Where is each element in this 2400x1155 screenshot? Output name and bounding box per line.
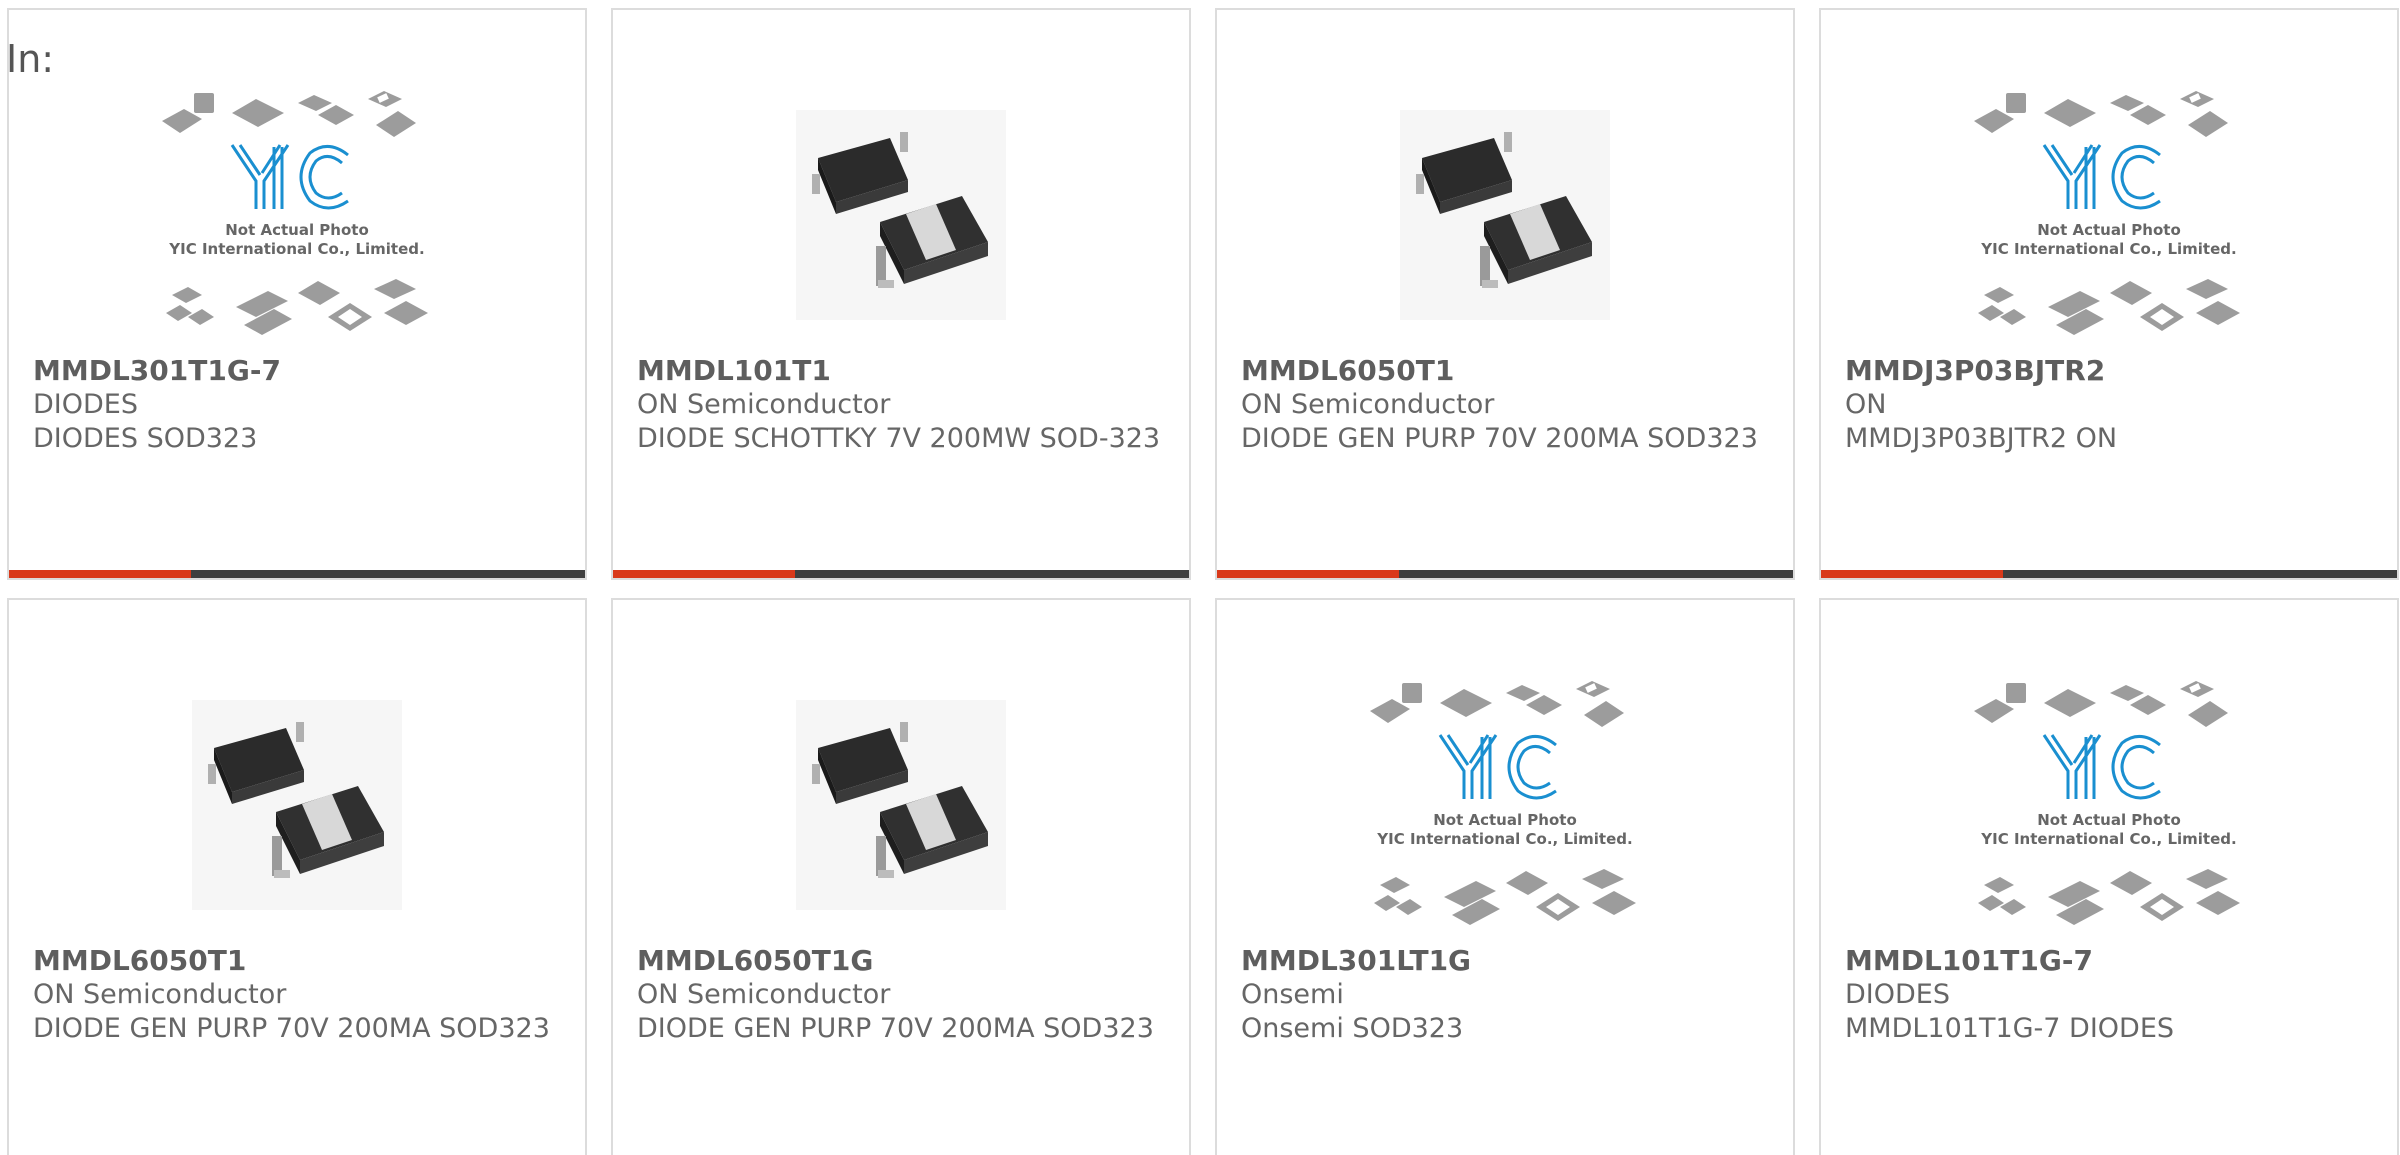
product-description: DIODE SCHOTTKY 7V 200MW SOD-323 xyxy=(637,423,1161,454)
product-part-number[interactable]: MMDL6050T1G xyxy=(637,944,1173,978)
card-bottom-bar xyxy=(9,570,585,578)
sod323-package-icon xyxy=(796,700,1006,910)
placeholder-line2: YIC International Co., Limited. xyxy=(1980,240,2236,258)
placeholder-icon: Not Actual Photo YIC International Co., … xyxy=(1974,681,2240,925)
product-brand: ON Semiconductor xyxy=(637,389,891,420)
sod323-package-icon xyxy=(1400,110,1610,320)
product-info: MMDL6050T1 ON Semiconductor DIODE GEN PURP… xyxy=(33,944,569,1046)
sod323-package-icon xyxy=(192,700,402,910)
product-brand: ON Semiconductor xyxy=(33,979,287,1010)
placeholder-icon: Not Actual Photo YIC International Co., … xyxy=(1370,681,1636,925)
card-bottom-bar xyxy=(1217,570,1793,578)
product-card[interactable]: MMDL6050T1 ON Semiconductor DIODE GEN PURP… xyxy=(1215,8,1795,580)
placeholder-icon: Not Actual Photo YIC International Co., … xyxy=(162,91,428,335)
product-description: MMDL101T1G-7 DIODES xyxy=(1845,1013,2175,1044)
product-info: MMDL301T1G-7 DIODES DIODES SOD323 xyxy=(33,354,569,456)
product-description: DIODE GEN PURP 70V 200MA SOD323 xyxy=(33,1013,550,1044)
product-info: MMDL6050T1G ON Semiconductor DIODE GEN PUR… xyxy=(637,944,1173,1046)
placeholder-line2: YIC International Co., Limited. xyxy=(1376,830,1632,848)
product-image[interactable] xyxy=(613,670,1189,940)
placeholder-line2: YIC International Co., Limited. xyxy=(168,240,424,258)
card-accent-bar xyxy=(613,570,795,578)
product-list-page: Not Actual Photo YIC International Co., … xyxy=(0,0,2400,1155)
product-image[interactable] xyxy=(613,80,1189,350)
placeholder-icon: Not Actual Photo YIC International Co., … xyxy=(1974,91,2240,335)
product-part-number[interactable]: MMDL101T1 xyxy=(637,354,1173,388)
product-part-number[interactable]: MMDL6050T1 xyxy=(33,944,569,978)
product-part-number[interactable]: MMDL6050T1 xyxy=(1241,354,1777,388)
product-description: MMDJ3P03BJTR2 ON xyxy=(1845,423,2118,454)
placeholder-line1: Not Actual Photo xyxy=(225,221,369,239)
product-info: MMDL6050T1 ON Semiconductor DIODE GEN PURP… xyxy=(1241,354,1777,456)
product-image[interactable] xyxy=(9,670,585,940)
product-info: MMDL101T1 ON Semiconductor DIODE SCHOTTKY … xyxy=(637,354,1173,456)
product-description: Onsemi SOD323 xyxy=(1241,1013,1464,1044)
product-part-number[interactable]: MMDL301T1G-7 xyxy=(33,354,569,388)
product-card[interactable]: Not Actual Photo YIC International Co., … xyxy=(1215,598,1795,1155)
product-info: MMDJ3P03BJTR2 ON MMDJ3P03BJTR2 ON xyxy=(1845,354,2381,456)
placeholder-line1: Not Actual Photo xyxy=(2037,221,2181,239)
card-accent-bar xyxy=(1821,570,2003,578)
product-card[interactable]: MMDL6050T1G ON Semiconductor DIODE GEN PUR… xyxy=(611,598,1191,1155)
product-part-number[interactable]: MMDJ3P03BJTR2 xyxy=(1845,354,2381,388)
product-image[interactable]: Not Actual Photo YIC International Co., … xyxy=(1821,670,2397,940)
product-image[interactable] xyxy=(1217,80,1793,350)
product-part-number[interactable]: MMDL101T1G-7 xyxy=(1845,944,2381,978)
product-card[interactable]: Not Actual Photo YIC International Co., … xyxy=(1819,598,2399,1155)
product-brand: ON Semiconductor xyxy=(637,979,891,1010)
product-image[interactable]: Not Actual Photo YIC International Co., … xyxy=(1821,80,2397,350)
in-label: In: xyxy=(6,37,55,81)
product-info: MMDL101T1G-7 DIODES MMDL101T1G-7 DIODES xyxy=(1845,944,2381,1046)
product-part-number[interactable]: MMDL301LT1G xyxy=(1241,944,1777,978)
product-description: DIODE GEN PURP 70V 200MA SOD323 xyxy=(1241,423,1758,454)
product-brand: DIODES xyxy=(1845,979,1950,1010)
product-grid: Not Actual Photo YIC International Co., … xyxy=(7,8,2399,1155)
placeholder-line1: Not Actual Photo xyxy=(2037,811,2181,829)
product-card[interactable]: MMDL6050T1 ON Semiconductor DIODE GEN PURP… xyxy=(7,598,587,1155)
product-card[interactable]: MMDL101T1 ON Semiconductor DIODE SCHOTTKY … xyxy=(611,8,1191,580)
card-accent-bar xyxy=(9,570,191,578)
placeholder-line1: Not Actual Photo xyxy=(1433,811,1577,829)
product-brand: Onsemi xyxy=(1241,979,1344,1010)
sod323-package-icon xyxy=(796,110,1006,320)
product-image[interactable]: Not Actual Photo YIC International Co., … xyxy=(1217,670,1793,940)
product-description: DIODES SOD323 xyxy=(33,423,258,454)
card-accent-bar xyxy=(1217,570,1399,578)
placeholder-line2: YIC International Co., Limited. xyxy=(1980,830,2236,848)
product-brand: ON Semiconductor xyxy=(1241,389,1495,420)
card-bottom-bar xyxy=(1821,570,2397,578)
product-image[interactable]: Not Actual Photo YIC International Co., … xyxy=(9,80,585,350)
product-card[interactable]: Not Actual Photo YIC International Co., … xyxy=(7,8,587,580)
product-brand: ON xyxy=(1845,389,1887,420)
product-brand: DIODES xyxy=(33,389,138,420)
product-card[interactable]: Not Actual Photo YIC International Co., … xyxy=(1819,8,2399,580)
card-bottom-bar xyxy=(613,570,1189,578)
product-description: DIODE GEN PURP 70V 200MA SOD323 xyxy=(637,1013,1154,1044)
product-info: MMDL301LT1G Onsemi Onsemi SOD323 xyxy=(1241,944,1777,1046)
